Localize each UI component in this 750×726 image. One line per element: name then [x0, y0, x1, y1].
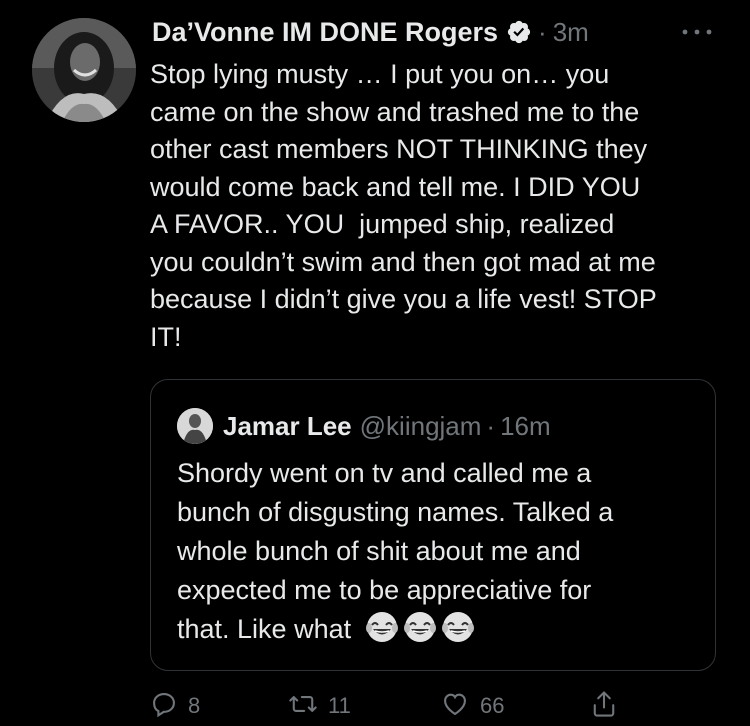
header-separator: · — [538, 16, 547, 47]
heart-icon — [440, 690, 470, 723]
author-avatar-image — [32, 18, 136, 122]
like-button[interactable]: 66 — [440, 686, 504, 726]
quoted-author-name[interactable]: Jamar Lee — [223, 411, 352, 442]
like-count: 66 — [480, 693, 505, 718]
quoted-tweet-timestamp[interactable]: 16m — [500, 411, 551, 442]
quoted-author-avatar[interactable] — [177, 408, 213, 444]
quoted-header-separator: · — [486, 410, 496, 441]
emoji-group — [365, 610, 475, 644]
author-avatar[interactable] — [32, 18, 136, 122]
quoted-tweet-card[interactable]: Jamar Lee @kiingjam · 16m Shordy went on… — [150, 379, 716, 671]
reply-button[interactable]: 8 — [150, 686, 200, 726]
tears-of-joy-emoji-icon — [365, 610, 399, 644]
quoted-tweet-header: Jamar Lee @kiingjam · 16m — [177, 406, 551, 446]
tears-of-joy-emoji-icon — [403, 610, 437, 644]
tweet-action-bar: 8 11 66 — [0, 686, 750, 726]
tweet-text: Stop lying musty … I put you on… you cam… — [150, 59, 657, 352]
verified-badge-icon — [506, 19, 532, 45]
quoted-author-handle[interactable]: @kiingjam — [360, 411, 482, 442]
retweet-icon — [288, 690, 318, 723]
more-options-icon[interactable] — [676, 22, 718, 42]
reply-count: 8 — [188, 693, 201, 718]
retweet-count: 11 — [328, 693, 351, 718]
reply-icon — [150, 690, 178, 723]
quoted-tweet-body: Shordy went on tv and called me a bunch … — [177, 454, 697, 649]
tweet-timestamp[interactable]: 3m — [553, 17, 589, 48]
retweet-button[interactable]: 11 — [288, 686, 351, 726]
share-button[interactable] — [590, 686, 618, 726]
tears-of-joy-emoji-icon — [441, 610, 475, 644]
author-display-name[interactable]: Da’Vonne IM DONE Rogers — [152, 17, 498, 48]
tweet-header: Da’Vonne IM DONE Rogers · 3m — [152, 14, 589, 50]
share-icon — [590, 689, 618, 724]
